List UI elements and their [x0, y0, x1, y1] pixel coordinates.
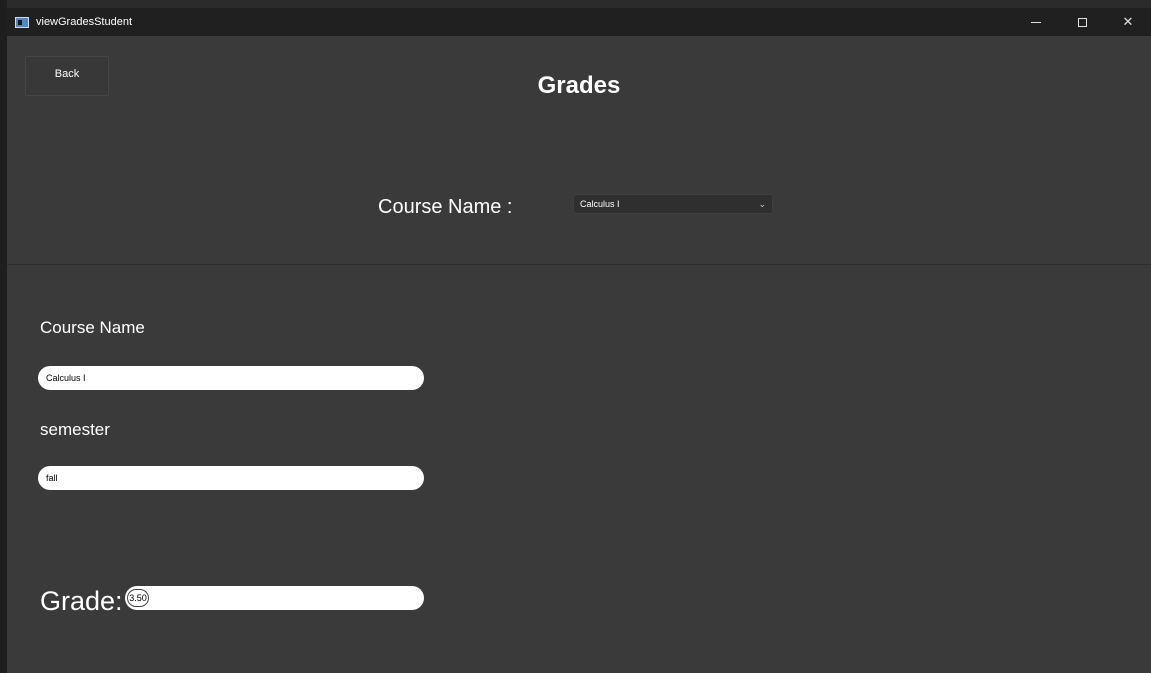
grade-field[interactable]: 3.50 — [125, 586, 424, 610]
window-title: viewGradesStudent — [36, 16, 132, 28]
window-controls: ✕ — [1013, 8, 1151, 36]
chevron-down-icon: ⌄ — [758, 198, 766, 209]
page-title: Grades — [537, 72, 621, 99]
section-divider — [7, 264, 1151, 265]
course-select-value: Calculus I — [580, 199, 620, 209]
app-window-icon — [15, 16, 29, 28]
semester-label: semester — [40, 420, 110, 439]
maximize-icon — [1077, 17, 1087, 27]
course-name-label: Course Name — [40, 318, 145, 337]
semester-field[interactable]: fall — [38, 466, 424, 490]
grade-label: Grade: — [40, 586, 123, 616]
close-button[interactable]: ✕ — [1105, 8, 1151, 36]
background-app-edge — [0, 0, 7, 673]
course-select[interactable]: Calculus I ⌄ — [573, 194, 773, 214]
grade-value: 3.50 — [127, 589, 149, 607]
app-window: viewGradesStudent ✕ Back Grades Course N… — [7, 8, 1151, 673]
minimize-button[interactable] — [1013, 8, 1059, 36]
minimize-icon — [1031, 21, 1041, 23]
course-selector-label: Course Name : — [378, 196, 513, 218]
close-icon: ✕ — [1122, 14, 1134, 30]
title-bar: viewGradesStudent ✕ — [7, 8, 1151, 36]
course-name-field[interactable]: Calculus I — [38, 366, 424, 390]
maximize-button[interactable] — [1059, 8, 1105, 36]
background-app — [0, 0, 1151, 6]
